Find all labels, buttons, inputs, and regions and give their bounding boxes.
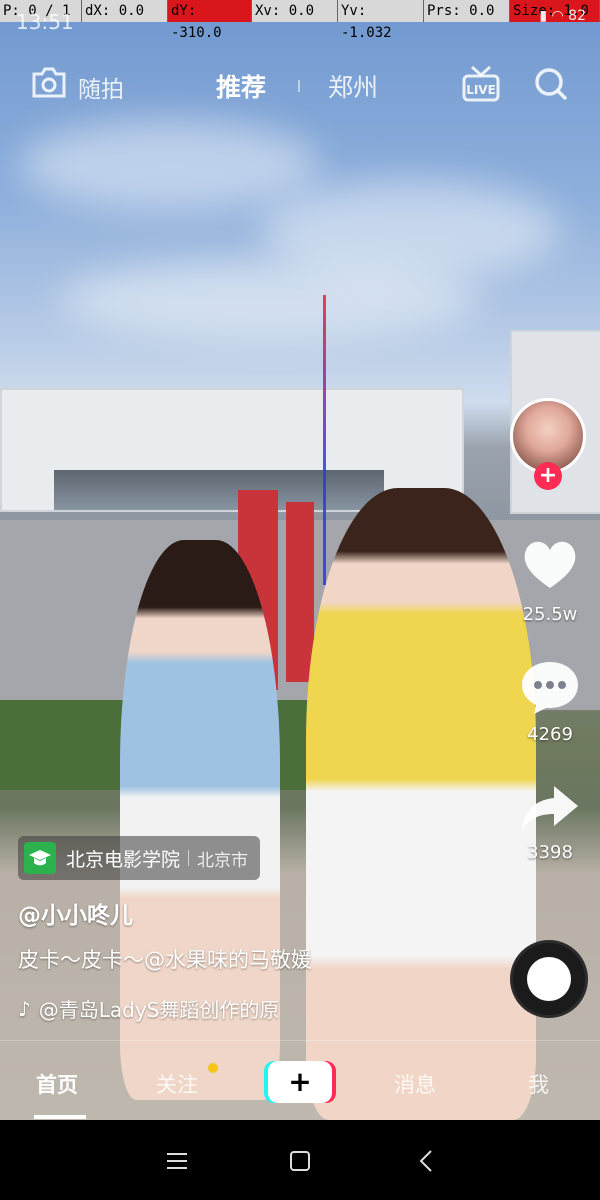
location-tag[interactable]: 北京电影学院 北京市	[18, 836, 261, 880]
location-city: 北京市	[197, 850, 249, 871]
home-square-icon	[290, 1151, 310, 1171]
tab-home-indicator	[34, 1115, 86, 1119]
share-arrow-icon	[522, 786, 578, 830]
share-count: 3398	[527, 842, 573, 863]
follow-button[interactable]: +	[534, 462, 562, 490]
comment-icon	[522, 662, 578, 714]
system-nav-bar	[0, 1120, 600, 1200]
tab-me[interactable]: 我	[528, 1069, 549, 1099]
debug-dx: dX: 0.0	[82, 0, 168, 22]
music-note-icon: ♪	[18, 996, 31, 1021]
back-button[interactable]	[412, 1146, 442, 1176]
graduation-cap-icon	[24, 842, 56, 874]
home-button[interactable]	[285, 1146, 315, 1176]
debug-prs: Prs: 0.0	[424, 0, 510, 22]
debug-xv: Xv: 0.0	[252, 0, 338, 22]
tab-divider	[298, 80, 300, 92]
menu-button[interactable]	[162, 1146, 192, 1176]
tab-city[interactable]: 郑州	[328, 68, 378, 104]
notification-dot	[208, 1063, 218, 1073]
location-name: 北京电影学院	[66, 848, 181, 871]
debug-pointer-trace	[323, 295, 326, 585]
tab-recommend[interactable]: 推荐	[216, 68, 266, 104]
camera-label[interactable]: 随拍	[78, 70, 124, 104]
camera-icon	[32, 67, 66, 98]
status-time: 13:51	[16, 10, 74, 34]
camera-button[interactable]	[30, 66, 68, 104]
plus-icon: +	[268, 1061, 332, 1103]
heart-icon	[524, 541, 576, 588]
debug-dy: dY: -310.0	[168, 0, 252, 41]
tab-home[interactable]: 首页	[36, 1069, 78, 1099]
tab-following[interactable]: 关注	[156, 1069, 198, 1099]
action-rail: + 25.5w 4269 3398	[500, 0, 600, 1120]
bottom-tab-bar: 首页 关注 + 消息 我	[0, 1040, 600, 1121]
author-name[interactable]: @小小咚儿	[18, 896, 133, 930]
like-count: 25.5w	[522, 604, 578, 625]
location-divider	[188, 850, 190, 866]
comment-button[interactable]	[520, 658, 580, 720]
svg-text:LIVE: LIVE	[466, 83, 496, 97]
debug-yv: Yv: -1.032	[338, 0, 424, 41]
video-description[interactable]: 皮卡～皮卡～@水果味的马敬媛	[18, 944, 312, 974]
tab-messages[interactable]: 消息	[394, 1069, 436, 1099]
back-chevron-icon	[419, 1150, 432, 1172]
live-button[interactable]: LIVE	[462, 64, 500, 108]
share-button[interactable]	[520, 782, 580, 838]
comment-count: 4269	[527, 724, 573, 745]
music-title[interactable]: ♪ @青岛LadyS舞蹈创作的原	[18, 994, 279, 1023]
create-button[interactable]: +	[264, 1061, 336, 1103]
menu-icon	[167, 1153, 187, 1169]
like-button[interactable]	[520, 536, 580, 596]
live-icon: LIVE	[462, 65, 500, 102]
music-title-text: @青岛LadyS舞蹈创作的原	[38, 998, 280, 1022]
music-cover-icon	[527, 957, 571, 1001]
screen: P: 0 / 1 dX: 0.0 dY: -310.0 Xv: 0.0 Yv: …	[0, 0, 600, 1200]
music-disc-button[interactable]	[510, 940, 588, 1018]
